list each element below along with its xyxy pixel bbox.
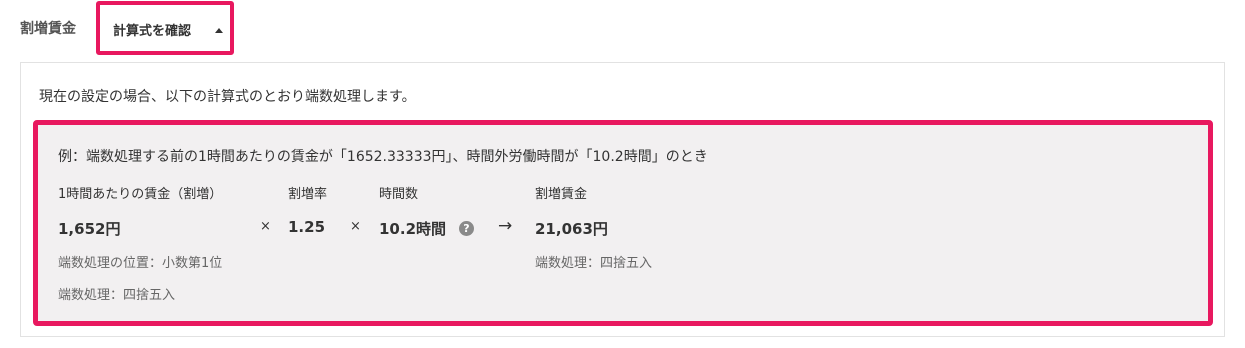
rate-value: 1.25 [288, 218, 326, 236]
hourly-wage-note-position: 端数処理の位置：小数第1位 [58, 256, 223, 271]
example-heading: 例：端数処理する前の1時間あたりの賃金が「1652.33333円」、時間外労働時… [58, 149, 708, 165]
show-formula-button-label: 計算式を確認 [113, 24, 192, 39]
show-formula-button[interactable]: 計算式を確認 [96, 1, 234, 55]
caret-up-icon [215, 28, 223, 33]
example-box: 例：端数処理する前の1時間あたりの賃金が「1652.33333円」、時間外労働時… [33, 120, 1213, 326]
panel-description: 現在の設定の場合、以下の計算式のとおり端数処理します。 [39, 89, 416, 105]
hourly-wage-header: 1時間あたりの賃金（割増） [58, 187, 223, 202]
result-value: 21,063円 [535, 220, 608, 238]
formula-panel: 現在の設定の場合、以下の計算式のとおり端数処理します。 例：端数処理する前の1時… [20, 62, 1225, 337]
multiply-operator-2: × [350, 219, 361, 234]
result-header: 割増賃金 [535, 187, 588, 202]
result-arrow: → [498, 216, 513, 236]
help-icon[interactable]: ? [459, 221, 474, 236]
section-label: 割増賃金 [20, 21, 76, 37]
hours-value: 10.2時間 [379, 220, 447, 238]
hourly-wage-note-rounding: 端数処理：四捨五入 [58, 288, 176, 303]
rate-header: 割増率 [288, 187, 328, 202]
hourly-wage-value: 1,652円 [58, 220, 121, 238]
hours-header: 時間数 [379, 187, 419, 202]
multiply-operator-1: × [260, 219, 271, 234]
result-note-rounding: 端数処理：四捨五入 [535, 256, 653, 271]
